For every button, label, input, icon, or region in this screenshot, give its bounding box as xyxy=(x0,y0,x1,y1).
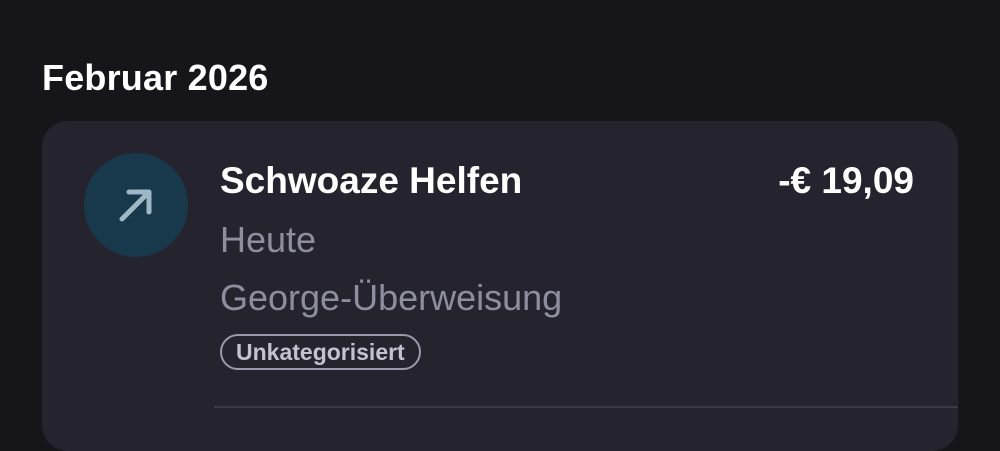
category-badge[interactable]: Unkategorisiert xyxy=(220,334,421,370)
transaction-name: Schwoaze Helfen xyxy=(220,160,523,201)
arrow-up-right-icon xyxy=(119,189,152,222)
transaction-type: George-Überweisung xyxy=(220,277,563,318)
month-header: Februar 2026 xyxy=(42,57,269,98)
outgoing-transfer-icon xyxy=(84,153,188,257)
row-divider xyxy=(214,406,958,408)
transaction-card[interactable]: Schwoaze Helfen -€ 19,09 Heute George-Üb… xyxy=(42,121,958,451)
transaction-date: Heute xyxy=(220,219,317,260)
transaction-amount: -€ 19,09 xyxy=(778,160,914,201)
